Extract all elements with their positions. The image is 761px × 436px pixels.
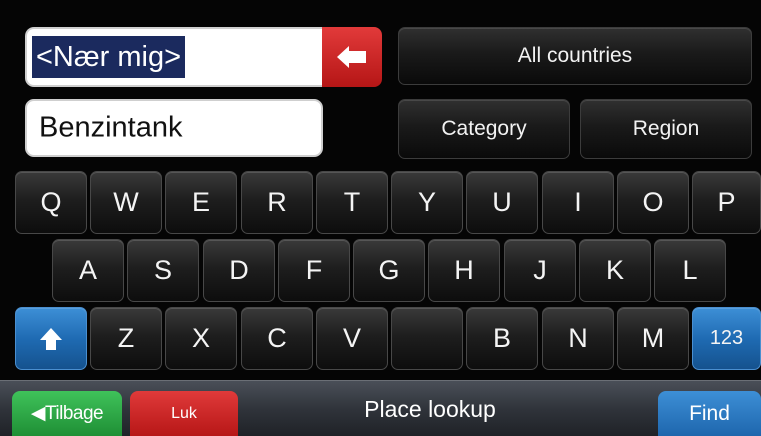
key-label: V — [342, 323, 361, 353]
back-button[interactable]: ◀Tilbage — [12, 391, 122, 436]
key-label: S — [153, 255, 172, 285]
key-y[interactable]: Y — [391, 171, 463, 234]
key-c[interactable]: C — [241, 307, 313, 370]
key-label: Q — [40, 187, 62, 217]
key-label: U — [492, 187, 512, 217]
key-z[interactable]: Z — [90, 307, 162, 370]
backspace-button[interactable] — [322, 27, 382, 87]
key-label: F — [305, 255, 323, 285]
find-button-label: Find — [689, 401, 730, 425]
key-label: J — [533, 255, 547, 285]
key-o[interactable]: O — [617, 171, 689, 234]
category-button[interactable]: Category — [398, 99, 570, 159]
key-f[interactable]: F — [278, 239, 350, 302]
key-q[interactable]: Q — [15, 171, 87, 234]
back-button-label: ◀Tilbage — [30, 403, 104, 424]
key-label: E — [191, 187, 210, 217]
key-label: Z — [117, 323, 135, 353]
key-label: B — [492, 323, 511, 353]
key-n[interactable]: N — [542, 307, 614, 370]
key-label: R — [267, 187, 287, 217]
close-button-label: Luk — [171, 404, 197, 422]
key-label: A — [78, 255, 97, 285]
key-label: I — [574, 187, 582, 217]
key-label: H — [454, 255, 474, 285]
backspace-icon — [337, 46, 366, 68]
location-input-value: <Nær mig> — [32, 36, 186, 78]
key-e[interactable]: E — [165, 171, 237, 234]
key-v[interactable]: V — [316, 307, 388, 370]
key-label: O — [642, 187, 664, 217]
numbers-key-label: 123 — [709, 327, 744, 349]
location-input[interactable]: <Nær mig> — [25, 27, 325, 87]
key-h[interactable]: H — [428, 239, 500, 302]
key-w[interactable]: W — [90, 171, 162, 234]
search-category-input[interactable]: Benzintank — [25, 99, 323, 157]
key-label: K — [605, 255, 624, 285]
key-m[interactable]: M — [617, 307, 689, 370]
search-category-value: Benzintank — [39, 111, 183, 144]
key-u[interactable]: U — [466, 171, 538, 234]
key-label: L — [682, 255, 698, 285]
all-countries-label: All countries — [517, 44, 633, 67]
key-p[interactable]: P — [692, 171, 761, 234]
key-label: X — [191, 323, 210, 353]
key-label: Y — [417, 187, 436, 217]
key-label: C — [267, 323, 287, 353]
key-b[interactable]: B — [466, 307, 538, 370]
key-l[interactable]: L — [654, 239, 726, 302]
key-j[interactable]: J — [504, 239, 576, 302]
find-button[interactable]: Find — [658, 391, 761, 436]
close-button[interactable]: Luk — [130, 391, 238, 436]
key-x[interactable]: X — [165, 307, 237, 370]
space-key[interactable] — [391, 307, 463, 370]
key-i[interactable]: I — [542, 171, 614, 234]
all-countries-button[interactable]: All countries — [398, 27, 752, 85]
key-label: T — [343, 187, 361, 217]
key-s[interactable]: S — [127, 239, 199, 302]
key-a[interactable]: A — [52, 239, 124, 302]
region-label: Region — [632, 117, 700, 140]
key-k[interactable]: K — [579, 239, 651, 302]
shift-arrow-icon — [40, 327, 62, 350]
key-label: P — [717, 187, 736, 217]
key-d[interactable]: D — [203, 239, 275, 302]
key-label: W — [113, 187, 139, 217]
page-title-text: Place lookup — [364, 396, 496, 422]
key-label: N — [568, 323, 588, 353]
key-label: M — [641, 323, 665, 353]
key-label: G — [378, 255, 400, 285]
page-title: Place lookup — [300, 396, 560, 426]
category-label: Category — [441, 117, 527, 140]
key-r[interactable]: R — [241, 171, 313, 234]
key-label: D — [229, 255, 249, 285]
key-t[interactable]: T — [316, 171, 388, 234]
numbers-key[interactable]: 123 — [692, 307, 761, 370]
key-g[interactable]: G — [353, 239, 425, 302]
shift-key[interactable] — [15, 307, 87, 370]
region-button[interactable]: Region — [580, 99, 752, 159]
